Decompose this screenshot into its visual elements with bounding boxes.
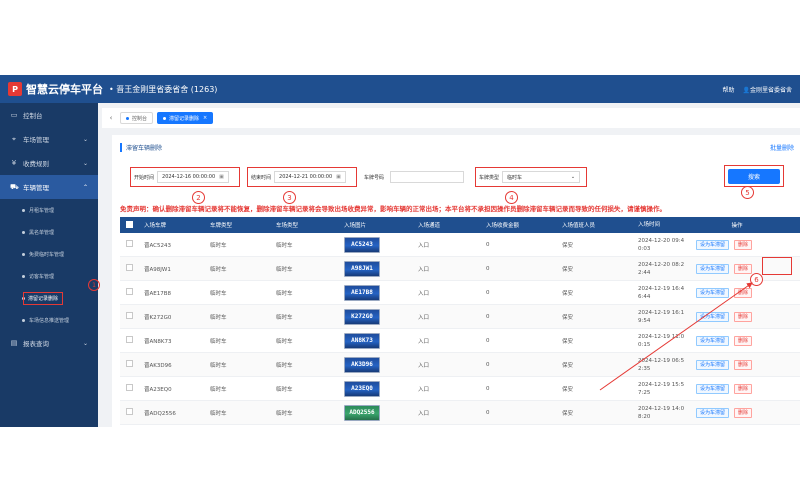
annotation-arrow xyxy=(599,282,753,391)
